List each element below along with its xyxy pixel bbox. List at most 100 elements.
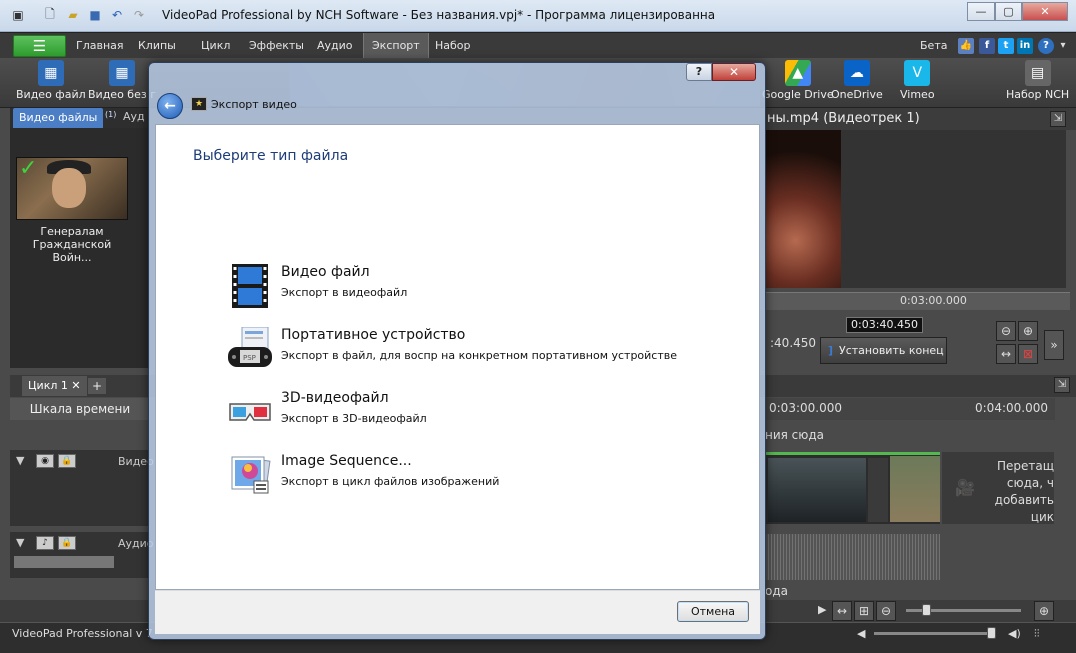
close-button[interactable]: ✕: [1022, 2, 1068, 21]
zoom-in-icon[interactable]: ⊕: [1034, 601, 1054, 621]
current-time[interactable]: 0:03:40.450: [846, 317, 923, 333]
app-icon: ▣: [12, 8, 24, 22]
window-title: VideoPad Professional by NCH Software - …: [162, 8, 716, 22]
redo-icon[interactable]: ↷: [131, 7, 147, 23]
clapperboard-icon: ★: [191, 97, 207, 111]
tab-sequence[interactable]: Цикл: [193, 33, 238, 59]
video-thumbnail: [768, 458, 866, 522]
dialog-title: Экспорт видео: [211, 98, 297, 111]
vimeo-icon: V: [904, 60, 931, 86]
fit-timeline-icon[interactable]: ↔: [832, 601, 852, 621]
tool-label: Google Drive: [762, 88, 834, 101]
option-video-file[interactable]: Видео файл Экспорт в видеофайл: [228, 264, 728, 316]
dialog-close-button[interactable]: ✕: [712, 63, 756, 81]
zoom-fit-icon[interactable]: ⊞: [854, 601, 874, 621]
zoom-in-icon[interactable]: ⊕: [1018, 321, 1038, 341]
undo-icon[interactable]: ↶: [109, 7, 125, 23]
tab-video-files[interactable]: Видео файлы: [13, 108, 104, 128]
video-track-header: ▼ ◉ 🔒 Видео: [10, 450, 154, 526]
tool-label: Vimeo: [900, 88, 935, 101]
tool-label: OneDrive: [831, 88, 883, 101]
new-file-icon[interactable]: 🗋: [42, 7, 58, 23]
preview-background: [841, 130, 1066, 288]
collapse-icon[interactable]: ▼: [16, 536, 24, 549]
cancel-button[interactable]: Отмена: [677, 601, 749, 622]
time-ruler[interactable]: 0:03:00.000 0:04:00.000: [765, 398, 1055, 420]
vimeo-button[interactable]: V Vimeo: [900, 60, 935, 101]
tab-audio-files[interactable]: Ауд: [123, 110, 145, 123]
eye-icon[interactable]: ◉: [36, 454, 54, 468]
onedrive-button[interactable]: ☁ OneDrive: [831, 60, 883, 101]
volume-icon[interactable]: ◀: [857, 627, 865, 640]
option-image-sequence[interactable]: Image Sequence... Экспорт в цикл файлов …: [228, 453, 728, 505]
beta-label[interactable]: Бета: [920, 39, 947, 52]
zoom-slider-knob[interactable]: [922, 604, 931, 616]
tab-audio[interactable]: Аудио: [309, 33, 361, 59]
option-3d-video[interactable]: 3D-видеофайл Экспорт в 3D-видеофайл: [228, 390, 728, 442]
tab-suite[interactable]: Набор: [427, 33, 479, 59]
audio-volume-bar[interactable]: [14, 556, 114, 568]
add-sequence-button[interactable]: +: [88, 378, 106, 394]
expand-icon[interactable]: »: [1044, 330, 1064, 360]
title-bar: ▣ 🗋 ▰ ■ ↶ ↷ VideoPad Professional by NCH…: [0, 0, 1076, 32]
google-drive-icon: ▲: [784, 60, 811, 86]
sequence-tab-label: Цикл 1: [28, 379, 68, 392]
linkedin-icon[interactable]: in: [1017, 38, 1033, 54]
timeline-label: Шкала времени: [10, 398, 150, 420]
like-icon[interactable]: 👍: [958, 38, 974, 54]
3d-glasses-icon: [229, 403, 271, 421]
tool-label: Видео без г: [88, 88, 156, 101]
volume-max-icon[interactable]: ◀): [1008, 627, 1021, 640]
dialog-help-button[interactable]: ?: [686, 63, 712, 81]
open-folder-icon[interactable]: ▰: [65, 7, 81, 23]
save-icon[interactable]: ■: [87, 7, 103, 23]
maximize-button[interactable]: ▢: [995, 2, 1022, 21]
undock-timeline-icon[interactable]: ⇲: [1054, 377, 1070, 393]
equalizer-icon[interactable]: ⫶⫶: [1034, 627, 1040, 641]
volume-slider[interactable]: [874, 632, 996, 635]
facebook-icon[interactable]: f: [979, 38, 995, 54]
tab-export[interactable]: Экспорт: [363, 33, 429, 59]
audio-waveform[interactable]: [765, 534, 940, 580]
play-right-icon[interactable]: ▶: [818, 603, 826, 616]
volume-slider-knob[interactable]: [987, 627, 996, 639]
bin-tab-count: (1): [105, 110, 117, 119]
minimize-button[interactable]: —: [967, 2, 995, 21]
zoom-out-icon[interactable]: ⊖: [996, 321, 1016, 341]
clip-name: Генералам Гражданской Войн...: [32, 225, 112, 264]
hamburger-menu-icon[interactable]: ☰: [13, 35, 66, 57]
video-thumbnail: [868, 458, 888, 522]
tab-clips[interactable]: Клипы: [130, 33, 184, 59]
speaker-icon[interactable]: ♪: [36, 536, 54, 550]
set-end-button[interactable]: Установить конец: [820, 337, 947, 364]
option-portable-device[interactable]: PSP Портативное устройство Экспорт в фай…: [228, 327, 728, 379]
preview-video: [765, 130, 841, 288]
zoom-out-icon[interactable]: ⊖: [876, 601, 896, 621]
export-video-file-button[interactable]: ▦ Видео файл: [16, 60, 86, 101]
audio-drop-label: ода: [765, 584, 788, 598]
nch-suite-button[interactable]: ▤ Набор NCH: [1006, 60, 1069, 101]
tab-home[interactable]: Главная: [68, 33, 132, 59]
svg-text:PSP: PSP: [243, 354, 256, 362]
lock-icon[interactable]: 🔒: [58, 454, 76, 468]
back-arrow-icon[interactable]: ←: [157, 93, 183, 119]
tab-effects[interactable]: Эффекты: [241, 33, 312, 59]
collapse-icon[interactable]: ▼: [16, 454, 24, 467]
fit-icon[interactable]: ↔: [996, 344, 1016, 364]
preview-title: ны.mp4 (Видеотрек 1): [765, 108, 1076, 130]
nch-suite-icon: ▤: [1024, 60, 1051, 86]
export-no-compression-button[interactable]: ▦ Видео без г: [88, 60, 156, 101]
crop-icon[interactable]: ⊠: [1018, 344, 1038, 364]
onedrive-icon: ☁: [843, 60, 870, 86]
image-stack-icon: [231, 456, 271, 494]
twitter-icon[interactable]: t: [998, 38, 1014, 54]
film-arrow-icon: ▦: [108, 60, 135, 86]
clip-thumbnail[interactable]: ✓: [16, 156, 128, 220]
help-icon[interactable]: ?: [1038, 38, 1054, 54]
chevron-down-icon[interactable]: ▾: [1055, 38, 1071, 54]
google-drive-button[interactable]: ▲ Google Drive: [762, 60, 834, 101]
tab-sequence-1[interactable]: Цикл 1 ✕: [22, 376, 87, 396]
lock-icon[interactable]: 🔒: [58, 536, 76, 550]
undock-icon[interactable]: ⇲: [1050, 111, 1066, 127]
option-title: Портативное устройство: [281, 327, 466, 343]
